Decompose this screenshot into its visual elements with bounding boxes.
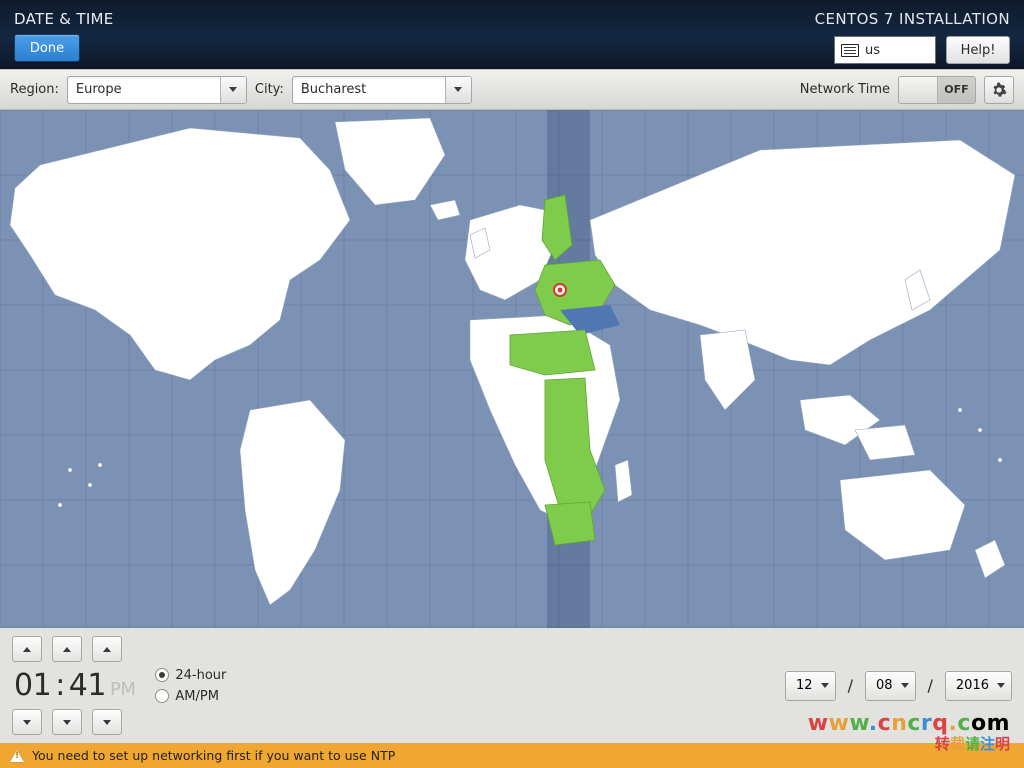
- city-combobox[interactable]: [292, 76, 472, 104]
- help-button[interactable]: Help!: [946, 36, 1010, 64]
- day-value: 08: [876, 678, 893, 693]
- city-dropdown-button[interactable]: [445, 77, 471, 103]
- hour-down-button[interactable]: [12, 709, 42, 735]
- month-dropdown[interactable]: 12: [785, 671, 836, 701]
- toggle-on-half: [899, 77, 937, 103]
- keyboard-layout-indicator[interactable]: us: [834, 36, 936, 64]
- network-time-label: Network Time: [800, 82, 890, 97]
- toolbar: Region: City: Network Time OFF: [0, 69, 1024, 111]
- timezone-map[interactable]: [0, 110, 1024, 628]
- time-format-ampm-label: AM/PM: [175, 689, 219, 704]
- chevron-down-icon: [997, 683, 1005, 688]
- gear-icon: [991, 82, 1007, 98]
- minute-up-button[interactable]: [52, 636, 82, 662]
- time-display: 01 : 41 PM: [12, 668, 137, 703]
- date-separator: /: [848, 676, 853, 695]
- chevron-down-icon: [63, 720, 71, 725]
- installer-title: CENTOS 7 INSTALLATION: [815, 10, 1010, 28]
- chevron-down-icon: [229, 87, 237, 92]
- minute-down-button[interactable]: [52, 709, 82, 735]
- time-format-24h-label: 24-hour: [175, 668, 226, 683]
- city-input[interactable]: [293, 77, 445, 103]
- time-colon: :: [55, 668, 65, 703]
- region-combobox[interactable]: [67, 76, 247, 104]
- hour-up-button[interactable]: [12, 636, 42, 662]
- year-dropdown[interactable]: 2016: [945, 671, 1012, 701]
- region-label: Region:: [10, 82, 59, 97]
- time-spinners: 01 : 41 PM: [12, 636, 137, 735]
- header-bar: DATE & TIME Done CENTOS 7 INSTALLATION u…: [0, 0, 1024, 69]
- chevron-up-icon: [23, 647, 31, 652]
- ampm-down-button[interactable]: [92, 709, 122, 735]
- ampm-up-button[interactable]: [92, 636, 122, 662]
- chevron-up-icon: [63, 647, 71, 652]
- chevron-down-icon: [901, 683, 909, 688]
- warning-bar: You need to set up networking first if y…: [0, 743, 1024, 768]
- warning-icon: [10, 750, 24, 762]
- time-format-24h[interactable]: 24-hour: [155, 668, 226, 683]
- city-label: City:: [255, 82, 284, 97]
- chevron-up-icon: [103, 647, 111, 652]
- chevron-down-icon: [454, 87, 462, 92]
- keyboard-icon: [841, 44, 859, 57]
- keyboard-layout-text: us: [865, 43, 880, 58]
- toggle-off-half: OFF: [937, 77, 975, 103]
- radio-icon: [155, 689, 169, 703]
- year-value: 2016: [956, 678, 989, 693]
- region-input[interactable]: [68, 77, 220, 103]
- city-pin: [554, 284, 566, 296]
- network-time-toggle[interactable]: OFF: [898, 76, 976, 104]
- header-left: DATE & TIME Done: [14, 10, 114, 62]
- ampm-value: PM: [110, 679, 135, 700]
- time-format-group: 24-hour AM/PM: [155, 668, 226, 704]
- chevron-down-icon: [821, 683, 829, 688]
- page-title: DATE & TIME: [14, 10, 114, 28]
- region-dropdown-button[interactable]: [220, 77, 246, 103]
- date-separator: /: [928, 676, 933, 695]
- ntp-settings-button[interactable]: [984, 76, 1014, 104]
- warning-text: You need to set up networking first if y…: [32, 748, 395, 763]
- month-value: 12: [796, 678, 813, 693]
- minute-value: 41: [69, 668, 106, 703]
- day-dropdown[interactable]: 08: [865, 671, 916, 701]
- done-button[interactable]: Done: [14, 34, 80, 62]
- header-right: CENTOS 7 INSTALLATION us Help!: [815, 10, 1010, 64]
- header-right-row: us Help!: [834, 36, 1010, 64]
- radio-icon: [155, 668, 169, 682]
- bottom-panel: 01 : 41 PM 24-hour AM/PM 12 / 08 / 2016: [0, 628, 1024, 743]
- chevron-down-icon: [103, 720, 111, 725]
- hour-value: 01: [14, 668, 51, 703]
- time-format-ampm[interactable]: AM/PM: [155, 689, 226, 704]
- chevron-down-icon: [23, 720, 31, 725]
